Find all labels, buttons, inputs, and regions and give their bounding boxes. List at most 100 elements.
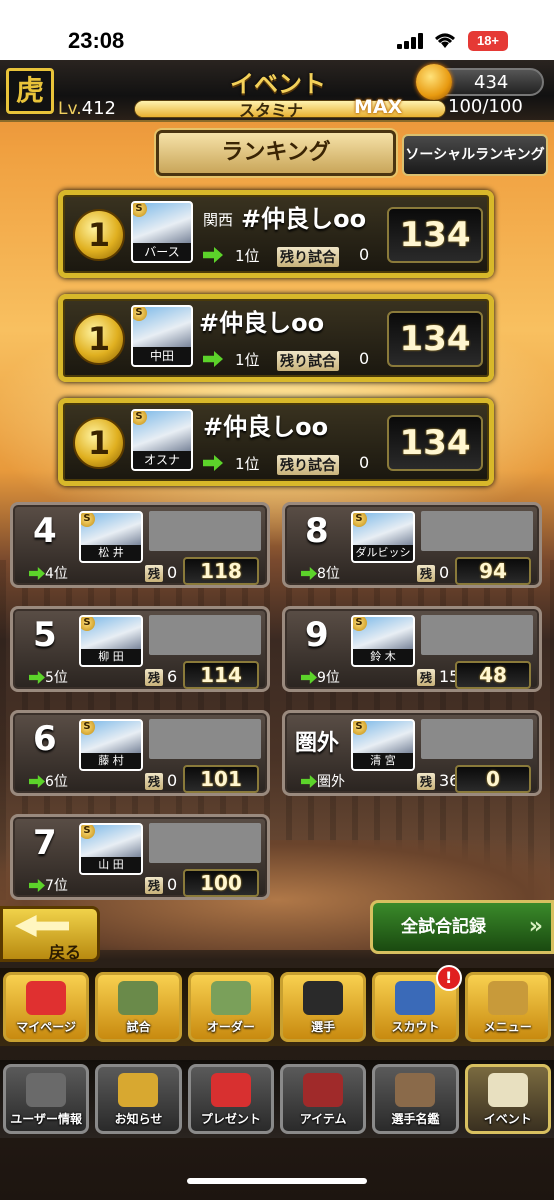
main-menu-item-0[interactable]: マイページ bbox=[3, 972, 90, 1042]
home-indicator[interactable] bbox=[187, 1178, 367, 1184]
level-label: Lv. bbox=[58, 99, 82, 119]
remaining-games-value: 0 bbox=[359, 245, 370, 264]
s-rank-icon: S bbox=[81, 617, 95, 631]
s-rank-icon: S bbox=[353, 721, 367, 735]
score: 94 bbox=[455, 557, 531, 585]
rank-card-top-2[interactable]: 1 S 中田 #仲良しoo 1位 残り試合 0 134 bbox=[58, 294, 494, 382]
mypage-icon bbox=[26, 981, 67, 1015]
records-label: 全試合記録 bbox=[401, 917, 486, 937]
score: 0 bbox=[455, 765, 531, 793]
previous-rank: 1位 bbox=[235, 351, 260, 369]
player-name: 清 宮 bbox=[353, 753, 413, 769]
notice-icon bbox=[118, 1073, 159, 1107]
stadium-icon bbox=[118, 981, 159, 1015]
sub-menu-item-5[interactable]: イベント bbox=[464, 1064, 551, 1134]
back-label: 戻る bbox=[49, 943, 82, 962]
rank-card-5[interactable]: 5 S 柳 田 5位 残 6 114 bbox=[10, 606, 270, 692]
redacted-name bbox=[149, 719, 261, 759]
rank-arrow-icon bbox=[203, 455, 223, 471]
menu-label: プレゼント bbox=[200, 1112, 261, 1126]
remaining-label: 残 bbox=[145, 669, 164, 686]
sub-menu-item-4[interactable]: 選手名鑑 bbox=[372, 1064, 459, 1134]
remaining-value: 0 bbox=[439, 563, 450, 582]
menu-label: 試合 bbox=[126, 1020, 151, 1034]
level-value: 412 bbox=[81, 98, 116, 119]
s-rank-icon: S bbox=[81, 825, 95, 839]
rank-card-out[interactable]: 圏外 S清 宮 圏外 残 36 0 bbox=[282, 710, 542, 796]
menu-label: マイページ bbox=[16, 1020, 77, 1034]
main-menu: マイページ 試合 オーダー 選手 スカウト! メニュー bbox=[0, 965, 554, 1046]
rank-arrow-icon bbox=[29, 775, 45, 788]
sub-menu-item-1[interactable]: お知らせ bbox=[95, 1064, 182, 1134]
page-title: イベント bbox=[230, 70, 326, 98]
player-avatar: S 鈴 木 bbox=[351, 615, 415, 667]
main-menu-item-2[interactable]: オーダー bbox=[187, 972, 274, 1042]
previous-rank: 1位 bbox=[235, 455, 260, 473]
player-name: 鈴 木 bbox=[353, 649, 413, 665]
main-menu-item-5[interactable]: メニュー bbox=[464, 972, 551, 1042]
remaining-value: 0 bbox=[167, 875, 178, 894]
player-avatar: S オスナ bbox=[131, 409, 193, 471]
item-icon bbox=[303, 1073, 344, 1107]
rank-card-6[interactable]: 6 S 藤 村 6位 残 0 101 bbox=[10, 710, 270, 796]
notification-badge: ! bbox=[435, 965, 462, 991]
s-rank-icon: S bbox=[81, 721, 95, 735]
player-avatar: S 清 宮 bbox=[351, 719, 415, 771]
menu-label: 選手名鑑 bbox=[391, 1112, 440, 1126]
rank-number: 6 bbox=[33, 719, 57, 759]
tab-social-ranking[interactable]: ソーシャルランキング bbox=[402, 134, 548, 176]
score: 134 bbox=[387, 207, 483, 263]
rank-arrow-icon bbox=[29, 671, 45, 684]
sub-menu-item-3[interactable]: アイテム bbox=[279, 1064, 367, 1134]
remaining-value: 6 bbox=[167, 667, 178, 686]
directory-icon bbox=[395, 1073, 436, 1107]
coin-counter[interactable]: 434 bbox=[416, 64, 544, 100]
event-icon bbox=[487, 1073, 528, 1107]
menu-label: オーダー bbox=[206, 1020, 255, 1034]
s-rank-icon: S bbox=[353, 617, 367, 631]
rank-card-7[interactable]: 7 S 山 田 7位 残 0 100 bbox=[10, 814, 270, 900]
present-icon bbox=[210, 1073, 251, 1107]
signal-icon bbox=[397, 33, 425, 49]
field-icon bbox=[210, 981, 251, 1015]
back-button[interactable]: 戻る bbox=[0, 906, 100, 962]
rank-arrow-icon bbox=[29, 879, 45, 892]
stamina-value: 100/100 bbox=[448, 96, 523, 117]
s-rank-icon: S bbox=[133, 411, 147, 425]
rank-arrow-icon bbox=[203, 351, 223, 367]
sub-menu-item-2[interactable]: プレゼント bbox=[187, 1064, 274, 1134]
player-name: 柳 田 bbox=[81, 649, 141, 665]
player-avatar: S ダルビッシュ bbox=[351, 511, 415, 563]
main-menu-item-1[interactable]: 試合 bbox=[95, 972, 182, 1042]
rank-card-4[interactable]: 4 S 松 井 4位 残 0 118 bbox=[10, 502, 270, 588]
player-icon bbox=[303, 981, 344, 1015]
sub-menu: ユーザー情報 お知らせ プレゼント アイテム 選手名鑑 イベント bbox=[0, 1060, 554, 1138]
rank-number: 圏外 bbox=[295, 731, 340, 756]
rank-arrow-icon bbox=[29, 567, 45, 580]
s-rank-icon: S bbox=[133, 203, 147, 217]
main-menu-item-3[interactable]: 選手 bbox=[279, 972, 367, 1042]
previous-rank: 圏外 bbox=[317, 774, 345, 790]
menu-label: お知らせ bbox=[114, 1112, 163, 1126]
team-logo[interactable]: 虎 bbox=[6, 68, 54, 114]
previous-rank: 1位 bbox=[235, 247, 260, 265]
score: 134 bbox=[387, 415, 483, 471]
rank-card-8[interactable]: 8 S ダルビッシュ 8位 残 0 94 bbox=[282, 502, 542, 588]
sub-menu-item-0[interactable]: ユーザー情報 bbox=[3, 1064, 90, 1134]
rank-card-top-3[interactable]: 1 S オスナ #仲良しoo 1位 残り試合 0 134 bbox=[58, 398, 494, 486]
rank-card-top-1[interactable]: 1 S バース 関西 #仲良しoo 1位 残り試合 0 134 bbox=[58, 190, 494, 278]
tab-ranking[interactable]: ランキング bbox=[156, 130, 396, 176]
all-game-records-button[interactable]: 全試合記録 » bbox=[370, 900, 554, 954]
coin-value: 434 bbox=[474, 72, 509, 93]
previous-rank: 6位 bbox=[45, 774, 68, 790]
stamina-max-label: MAX bbox=[354, 96, 403, 118]
player-avatar: S 藤 村 bbox=[79, 719, 143, 771]
remaining-label: 残 bbox=[417, 565, 436, 582]
player-avatar: S バース bbox=[131, 201, 193, 263]
main-menu-item-4[interactable]: スカウト! bbox=[372, 965, 462, 1042]
scout-icon bbox=[395, 981, 436, 1015]
rank-card-9[interactable]: 9 S鈴 木 9位 残 15 48 bbox=[282, 606, 542, 692]
rank-arrow-icon bbox=[301, 775, 317, 788]
user-info-icon bbox=[26, 1073, 67, 1107]
remaining-games-value: 0 bbox=[359, 453, 370, 472]
